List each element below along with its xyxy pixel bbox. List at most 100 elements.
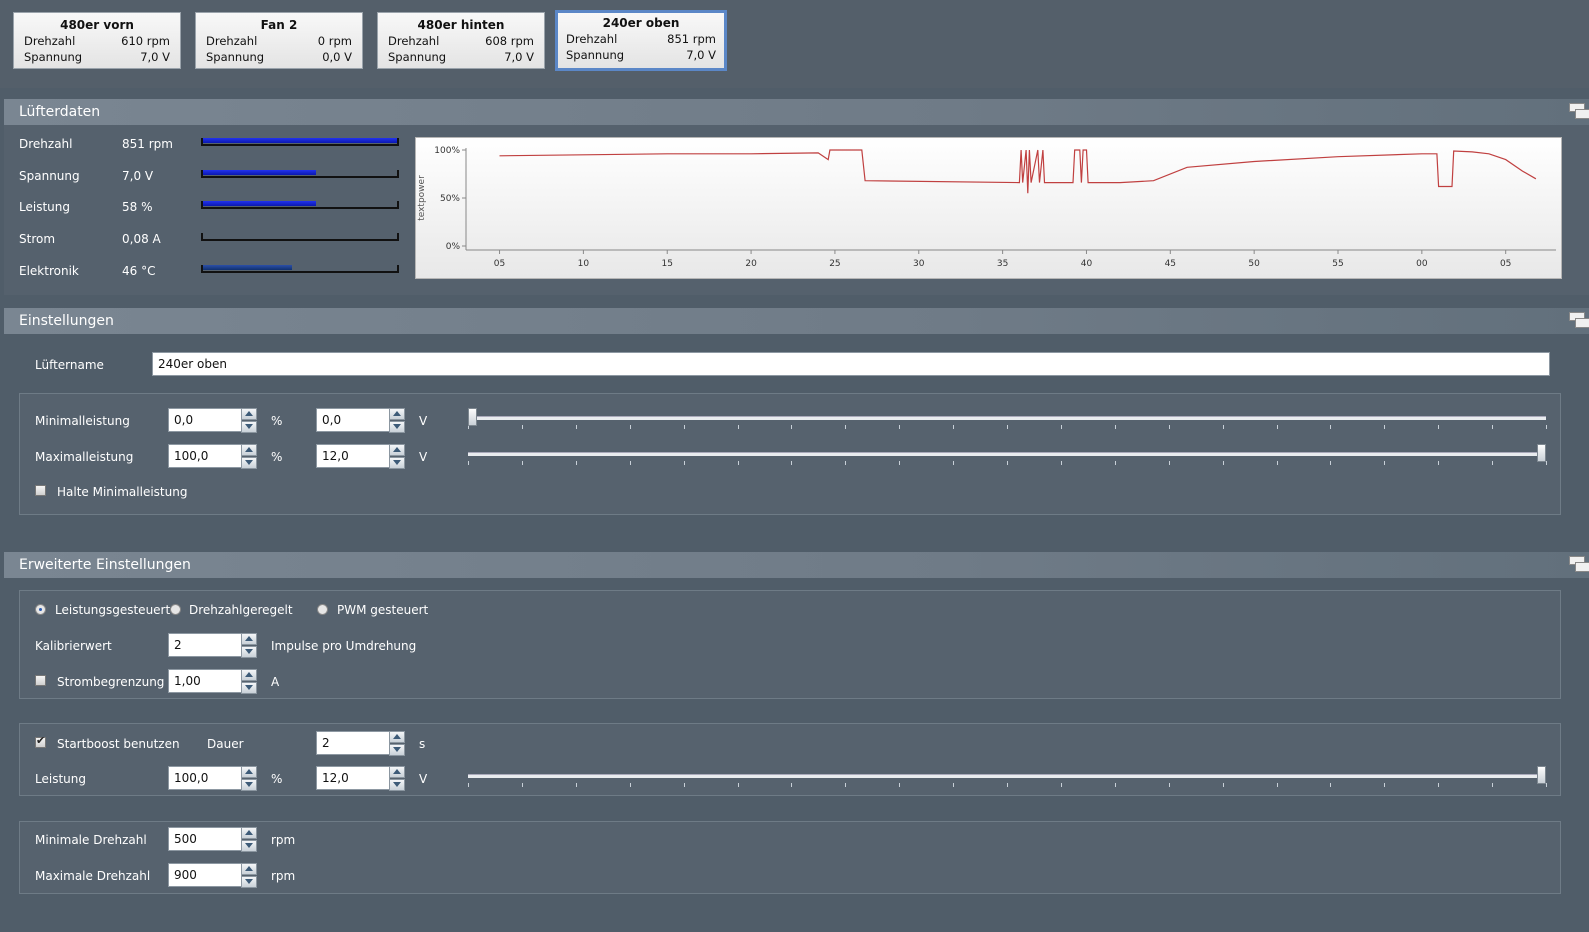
fan-card-speed: 608 rpm: [485, 34, 534, 48]
collapse-toggle-icon[interactable]: [1567, 101, 1589, 121]
boost-power-pct-input[interactable]: 100,0: [168, 766, 242, 790]
slider-tick: [521, 783, 523, 787]
fan-card-speed: 0 rpm: [317, 34, 352, 48]
slider-tick: [1546, 783, 1547, 787]
min-rpm-spinner[interactable]: [241, 827, 257, 852]
slider-tick: [899, 425, 901, 429]
section-title: Lüfterdaten: [19, 104, 101, 120]
calibration-label: Kalibrierwert: [35, 639, 112, 653]
min-rpm-input[interactable]: 500: [168, 827, 242, 851]
mode-speed-radio[interactable]: [170, 604, 181, 615]
slider-track[interactable]: [468, 774, 1546, 778]
slider-tick: [737, 783, 739, 787]
slider-tick: [1060, 425, 1062, 429]
slider-tick: [953, 783, 955, 787]
fan-data-row-label: Strom: [19, 232, 56, 247]
rpm-unit: rpm: [271, 869, 296, 883]
current-limit-input[interactable]: 1,00: [168, 669, 242, 693]
fan-card-volt-label: Spannung: [24, 50, 83, 64]
chart-series-line: [499, 149, 1537, 194]
max-power-pct-input[interactable]: 100,0: [168, 444, 242, 468]
fan-card-240er-oben[interactable]: 240er oben Drehzahl 851 rpm Spannung 7,0 V: [555, 10, 727, 71]
boost-power-volt-spinner[interactable]: [389, 766, 405, 791]
slider-tick: [521, 461, 523, 465]
chart-y-label: textpower: [417, 175, 427, 221]
collapse-toggle-icon[interactable]: [1567, 310, 1589, 330]
fan-card-480er-vorn[interactable]: 480er vorn Drehzahl 610 rpm Spannung 7,0 V: [13, 12, 181, 69]
fan-card-speed-label: Drehzahl: [206, 34, 258, 48]
calibration-spinner[interactable]: [241, 633, 257, 658]
chart-x-tick-label: 25: [829, 259, 840, 269]
mode-power-label: Leistungsgesteuert: [55, 603, 171, 617]
chart-x-tick-label: 35: [997, 259, 1008, 269]
slider-tick: [1330, 783, 1332, 787]
section-header-fan-data[interactable]: Lüfterdaten: [4, 99, 1589, 125]
slider-tick: [1222, 783, 1224, 787]
fan-card-title: 480er hinten: [417, 18, 505, 32]
fan-card-speed-label: Drehzahl: [388, 34, 440, 48]
pct-unit: %: [271, 450, 283, 464]
min-power-slider[interactable]: [468, 408, 1547, 436]
slider-track[interactable]: [468, 416, 1546, 420]
chart-y-tick-label: 0%: [446, 242, 461, 252]
current-limit-unit: A: [271, 675, 280, 689]
slider-tick: [1330, 425, 1332, 429]
hold-min-power-checkbox[interactable]: [35, 485, 46, 496]
slider-tick: [468, 783, 469, 787]
mode-power-radio[interactable]: [35, 604, 46, 615]
section-header-advanced[interactable]: Erweiterte Einstellungen: [4, 552, 1589, 578]
max-power-slider[interactable]: [468, 444, 1547, 472]
slider-tick: [575, 783, 577, 787]
max-rpm-input[interactable]: 900: [168, 863, 242, 887]
min-power-volt-input[interactable]: 0,0: [316, 408, 390, 432]
max-power-pct-spinner[interactable]: [241, 444, 257, 469]
max-rpm-label: Maximale Drehzahl: [35, 869, 151, 883]
slider-tick: [1276, 783, 1278, 787]
fan-data-row-value: 58 %: [122, 200, 153, 215]
duration-input[interactable]: 2: [316, 731, 390, 755]
min-power-pct-input[interactable]: 0,0: [168, 408, 242, 432]
chart-x-tick-label: 10: [578, 259, 590, 269]
mode-pwm-radio[interactable]: [317, 604, 328, 615]
current-limit-spinner[interactable]: [241, 669, 257, 694]
slider-tick: [1276, 425, 1278, 429]
duration-spinner[interactable]: [389, 731, 405, 756]
min-rpm-label: Minimale Drehzahl: [35, 833, 147, 847]
slider-thumb[interactable]: [1537, 444, 1546, 462]
boost-power-pct-spinner[interactable]: [241, 766, 257, 791]
duration-unit: s: [419, 737, 426, 751]
slider-tick: [1546, 461, 1547, 465]
boost-power-volt-input[interactable]: 12,0: [316, 766, 390, 790]
collapse-toggle-icon[interactable]: [1567, 554, 1589, 574]
power-history-svg: textpower 100% 50% 0% 05 10 15 20 25 30 35 40 45 50 55…: [417, 146, 1556, 269]
chart-y-tick-label: 50%: [440, 194, 460, 204]
current-limit-checkbox[interactable]: [35, 675, 46, 686]
fan-name-input[interactable]: 240er oben: [152, 352, 1550, 376]
min-power-pct-spinner[interactable]: [241, 408, 257, 433]
fan-data-row-label: Spannung: [19, 168, 80, 183]
min-power-volt-spinner[interactable]: [389, 408, 405, 433]
max-rpm-spinner[interactable]: [241, 863, 257, 888]
slider-track[interactable]: [468, 452, 1546, 456]
slider-tick: [1330, 461, 1332, 465]
slider-tick: [1007, 425, 1008, 429]
fan-data-level-fill: [203, 264, 293, 270]
calibration-input[interactable]: 2: [168, 633, 242, 657]
slider-thumb[interactable]: [1537, 766, 1546, 784]
slider-thumb[interactable]: [468, 408, 477, 426]
slider-tick: [1168, 461, 1170, 465]
fan-card-480er-hinten[interactable]: 480er hinten Drehzahl 608 rpm Spannung 7,0…: [377, 12, 545, 69]
slider-tick: [575, 461, 577, 465]
section-header-settings[interactable]: Einstellungen: [4, 308, 1589, 334]
fan-card-title: Fan 2: [260, 18, 298, 32]
boost-power-slider[interactable]: [468, 766, 1547, 794]
slider-tick: [791, 425, 793, 429]
current-limit-label: Strombegrenzung: [57, 675, 165, 689]
startboost-checkbox[interactable]: [35, 734, 46, 748]
max-power-volt-spinner[interactable]: [389, 444, 405, 469]
fan-card-fan-2[interactable]: Fan 2 Drehzahl 0 rpm Spannung 0,0 V: [195, 12, 363, 69]
slider-tick: [1438, 783, 1440, 787]
fan-card-speed: 851 rpm: [667, 32, 716, 46]
fan-data-row-value: 46 °C: [122, 263, 156, 278]
max-power-volt-input[interactable]: 12,0: [316, 444, 390, 468]
